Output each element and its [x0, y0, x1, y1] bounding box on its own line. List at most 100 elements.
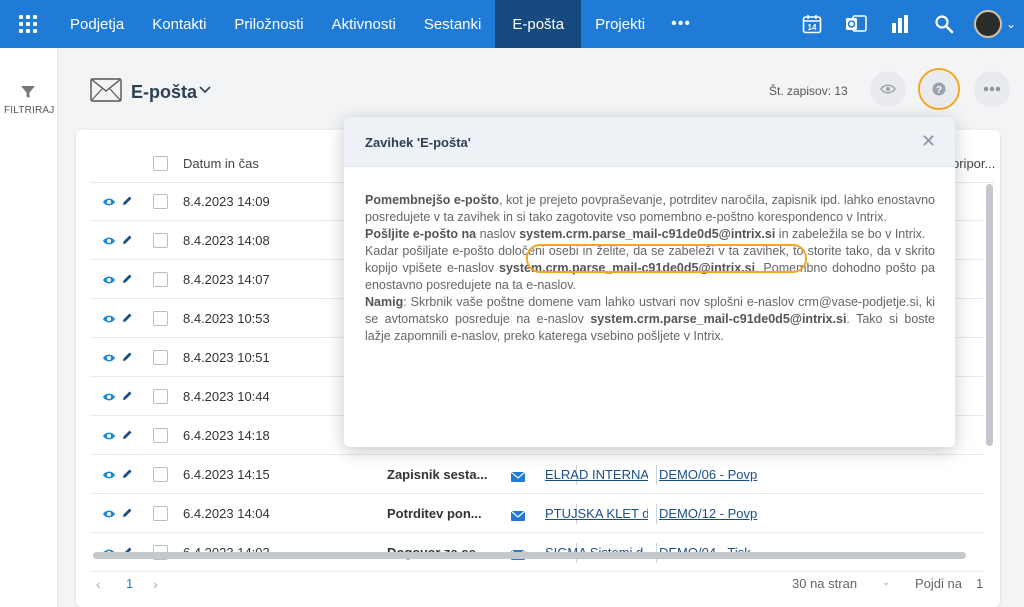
app-grid-icon — [19, 15, 37, 33]
edit-pencil-icon[interactable] — [121, 350, 133, 368]
view-eye-icon[interactable] — [102, 311, 116, 329]
edit-pencil-icon[interactable] — [121, 311, 133, 329]
row-checkbox[interactable] — [153, 194, 168, 209]
popover-title: Zavihek 'E-pošta' — [365, 135, 471, 150]
row-checkbox[interactable] — [153, 311, 168, 326]
view-eye-icon[interactable] — [102, 467, 116, 485]
nav-more-button[interactable]: ••• — [659, 15, 703, 33]
row-date: 6.4.2023 14:18 — [183, 428, 270, 443]
goto-label: Pojdi na — [915, 576, 962, 591]
row-date: 8.4.2023 14:08 — [183, 233, 270, 248]
popover-paragraph-1: Pomembnejšo e-pošto, kot je prejeto povp… — [365, 193, 935, 224]
view-eye-icon[interactable] — [102, 428, 116, 446]
row-company-link[interactable]: PTUJSKA KLET d — [545, 506, 648, 521]
row-project-link[interactable]: DEMO/12 - Povp — [659, 506, 762, 521]
nav-eposta[interactable]: E-pošta — [495, 0, 582, 48]
email-envelope-icon — [510, 508, 526, 526]
column-date[interactable]: Datum in čas — [183, 156, 259, 171]
row-checkbox[interactable] — [153, 467, 168, 482]
mail-icon — [90, 78, 122, 102]
view-eye-icon[interactable] — [102, 194, 116, 212]
row-checkbox[interactable] — [153, 350, 168, 365]
filter-label[interactable]: FILTRIRAJ — [4, 105, 55, 116]
current-page[interactable]: 1 — [126, 576, 133, 591]
help-highlight-ring — [918, 68, 960, 110]
prev-page-button[interactable]: ‹ — [96, 576, 101, 592]
popover-paragraph-4: Namig: Skrbnik vaše poštne domene vam la… — [365, 295, 935, 343]
more-dots-icon — [983, 86, 1001, 92]
row-date: 6.4.2023 14:15 — [183, 467, 270, 482]
row-date: 6.4.2023 14:04 — [183, 506, 270, 521]
outlook-icon — [845, 15, 867, 32]
filter-sidebar: FILTRIRAJ — [0, 48, 58, 607]
top-navigation: Podjetja Kontakti Priložnosti Aktivnosti… — [0, 0, 1024, 48]
reports-button[interactable] — [878, 0, 922, 48]
user-menu-chevron-icon[interactable]: ⌄ — [1006, 17, 1016, 31]
per-page-chevron-icon[interactable]: ⌄ — [882, 577, 890, 588]
edit-pencil-icon[interactable] — [121, 428, 133, 446]
row-date: 8.4.2023 14:07 — [183, 272, 270, 287]
select-all-checkbox[interactable] — [153, 156, 168, 171]
filter-icon[interactable] — [20, 84, 36, 100]
page-title[interactable]: E-pošta — [131, 82, 197, 103]
nav-projekti[interactable]: Projekti — [581, 0, 659, 48]
view-eye-icon[interactable] — [102, 389, 116, 407]
nav-sestanki[interactable]: Sestanki — [410, 0, 496, 48]
view-button[interactable] — [870, 71, 906, 107]
nav-aktivnosti[interactable]: Aktivnosti — [318, 0, 410, 48]
next-page-button[interactable]: › — [153, 576, 158, 592]
popover-paragraph-2: Pošljite e-pošto na naslov system.crm.pa… — [365, 227, 926, 241]
user-avatar[interactable] — [973, 10, 1002, 38]
edit-pencil-icon[interactable] — [121, 467, 133, 485]
row-checkbox[interactable] — [153, 428, 168, 443]
calendar-button[interactable]: 14 — [790, 0, 834, 48]
outlook-button[interactable] — [834, 0, 878, 48]
row-subject[interactable]: Potrditev pon... — [387, 506, 497, 521]
eye-icon — [880, 84, 896, 94]
nav-kontakti[interactable]: Kontakti — [138, 0, 220, 48]
nav-priloznosti[interactable]: Priložnosti — [220, 0, 317, 48]
more-options-button[interactable] — [974, 71, 1010, 107]
title-chevron-down-icon[interactable] — [199, 84, 211, 98]
nav-podjetja[interactable]: Podjetja — [56, 0, 138, 48]
row-project-link[interactable]: DEMO/06 - Povp — [659, 467, 762, 482]
bar-chart-icon — [891, 15, 908, 33]
column-divider — [656, 504, 657, 524]
view-eye-icon[interactable] — [102, 350, 116, 368]
row-checkbox[interactable] — [153, 233, 168, 248]
svg-text:14: 14 — [807, 23, 816, 32]
row-date: 8.4.2023 14:09 — [183, 194, 270, 209]
row-company-link[interactable]: ELRAD INTERNA — [545, 467, 648, 482]
horizontal-scrollbar[interactable] — [93, 552, 966, 559]
close-icon[interactable]: ✕ — [921, 131, 936, 152]
email-highlight-ring — [526, 244, 807, 273]
row-date: 8.4.2023 10:44 — [183, 389, 270, 404]
search-button[interactable] — [922, 0, 966, 48]
email-envelope-icon — [510, 469, 526, 487]
view-eye-icon[interactable] — [102, 233, 116, 251]
table-row[interactable]: 6.4.2023 14:15 Zapisnik sesta... ELRAD INT… — [90, 455, 984, 494]
view-eye-icon[interactable] — [102, 272, 116, 290]
goto-input[interactable]: 1 — [976, 576, 983, 591]
record-count: Št. zapisov: 13 — [769, 84, 848, 98]
row-checkbox[interactable] — [153, 389, 168, 404]
column-divider — [656, 465, 657, 485]
vertical-scrollbar[interactable] — [986, 184, 993, 446]
popover-email-address[interactable]: system.crm.parse_mail-c91de0d5@intrix.si — [519, 227, 775, 241]
edit-pencil-icon[interactable] — [121, 194, 133, 212]
row-checkbox[interactable] — [153, 506, 168, 521]
row-subject[interactable]: Zapisnik sesta... — [387, 467, 497, 482]
column-partial[interactable]: pripor... — [952, 156, 995, 171]
app-grid-button[interactable] — [0, 0, 56, 48]
edit-pencil-icon[interactable] — [121, 506, 133, 524]
popover-header: Zavihek 'E-pošta' ✕ — [344, 117, 955, 167]
row-date: 8.4.2023 10:53 — [183, 311, 270, 326]
table-row[interactable]: 6.4.2023 14:04 Potrditev pon... PTUJSKA KL… — [90, 494, 984, 533]
edit-pencil-icon[interactable] — [121, 233, 133, 251]
row-checkbox[interactable] — [153, 272, 168, 287]
edit-pencil-icon[interactable] — [121, 389, 133, 407]
per-page-select[interactable]: 30 na stran — [792, 576, 857, 591]
edit-pencil-icon[interactable] — [121, 272, 133, 290]
view-eye-icon[interactable] — [102, 506, 116, 524]
row-date: 8.4.2023 10:51 — [183, 350, 270, 365]
